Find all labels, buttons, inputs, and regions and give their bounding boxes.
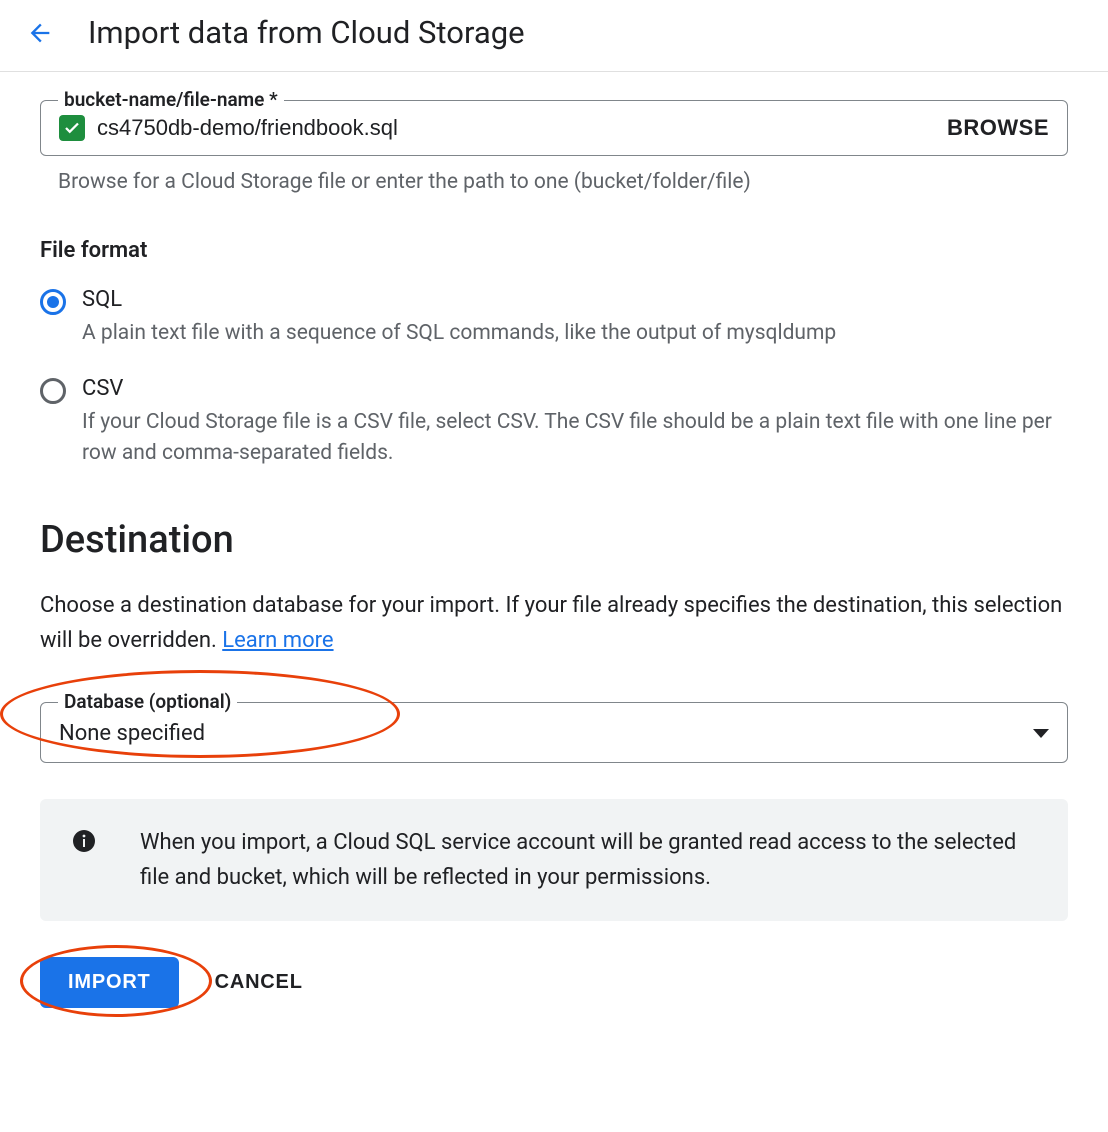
destination-desc-text: Choose a destination database for your i… [40,593,1062,653]
database-select-label: Database (optional) [58,690,237,713]
destination-description: Choose a destination database for your i… [40,588,1068,658]
radio-label: CSV [82,376,1068,401]
file-format-heading: File format [40,238,1068,263]
file-helper-text: Browse for a Cloud Storage file or enter… [40,170,1068,194]
info-icon [72,829,96,853]
radio-option-sql[interactable]: SQL A plain text file with a sequence of… [40,287,1068,350]
info-text: When you import, a Cloud SQL service acc… [140,825,1036,895]
action-row: IMPORT CANCEL [40,957,1068,1008]
radio-description: If your Cloud Storage file is a CSV file… [82,407,1068,470]
page-header: Import data from Cloud Storage [0,0,1108,72]
file-path-field: bucket-name/file-name * BROWSE Browse fo… [40,100,1068,194]
back-arrow-icon[interactable] [24,17,56,49]
browse-button[interactable]: BROWSE [947,115,1049,141]
radio-icon [40,378,66,404]
file-path-label: bucket-name/file-name * [58,88,284,111]
file-path-input[interactable] [97,115,935,141]
radio-option-csv[interactable]: CSV If your Cloud Storage file is a CSV … [40,376,1068,470]
radio-icon [40,289,66,315]
chevron-down-icon [1033,729,1049,738]
database-select-field: Database (optional) None specified [40,702,1068,763]
valid-check-icon [59,115,85,141]
import-button[interactable]: IMPORT [40,957,179,1008]
radio-label: SQL [82,287,1068,312]
page-title: Import data from Cloud Storage [88,14,525,51]
database-select-value: None specified [59,721,205,746]
destination-heading: Destination [40,518,1068,562]
info-banner: When you import, a Cloud SQL service acc… [40,799,1068,921]
radio-description: A plain text file with a sequence of SQL… [82,318,1068,350]
file-format-radio-group: SQL A plain text file with a sequence of… [40,287,1068,470]
cancel-button[interactable]: CANCEL [215,971,303,994]
learn-more-link[interactable]: Learn more [222,628,333,653]
